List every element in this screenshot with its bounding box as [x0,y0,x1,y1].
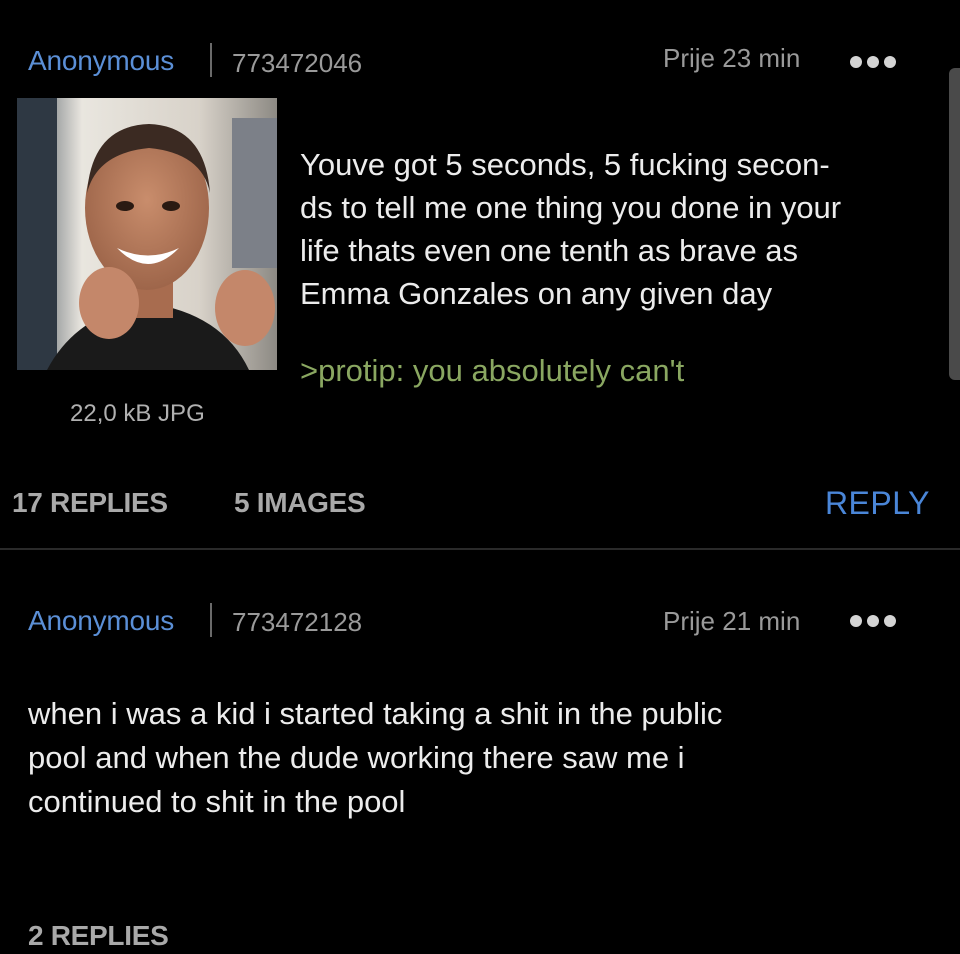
replies-count[interactable]: 2 REPLIES [28,920,169,952]
post-number[interactable]: 773472128 [232,607,362,638]
post-comment: when i was a kid i started taking a shit… [28,692,928,824]
post-773472128: Anonymous 773472128 Prije 21 min when i … [0,550,960,954]
comment-line: pool and when the dude working there saw… [28,740,685,775]
header-separator [210,603,212,637]
scrollbar[interactable] [949,68,960,380]
more-options-icon[interactable] [850,56,896,68]
post-comment: Youve got 5 seconds, 5 fucking secon- ds… [300,143,940,315]
poster-name[interactable]: Anonymous [28,45,174,77]
post-number[interactable]: 773472046 [232,48,362,79]
poster-name[interactable]: Anonymous [28,605,174,637]
photo-thumbnail[interactable] [17,98,277,370]
comment-line: when i was a kid i started taking a shit… [28,696,723,731]
reply-button[interactable]: REPLY [825,485,930,522]
comment-line: continued to shit in the pool [28,784,406,819]
greentext-quote: >protip: you absolutely can't [300,353,685,388]
post-time: Prije 21 min [663,606,801,636]
comment-line: ds to tell me one thing you done in your [300,190,842,225]
comment-line: life thats even one tenth as brave as [300,233,799,268]
file-info: 22,0 kB JPG [70,400,205,427]
header-separator [210,43,212,77]
post-time: Prije 23 min [663,43,801,73]
comment-line: Emma Gonzales on any given day [300,276,773,311]
images-count[interactable]: 5 IMAGES [234,487,366,519]
comment-line: Youve got 5 seconds, 5 fucking secon- [300,147,830,182]
replies-count[interactable]: 17 REPLIES [12,487,168,519]
photo-thumbnail-image [17,98,277,370]
more-options-icon[interactable] [850,615,896,627]
post-773472046: Anonymous 773472046 Prije 23 min 22,0 kB… [0,0,960,548]
